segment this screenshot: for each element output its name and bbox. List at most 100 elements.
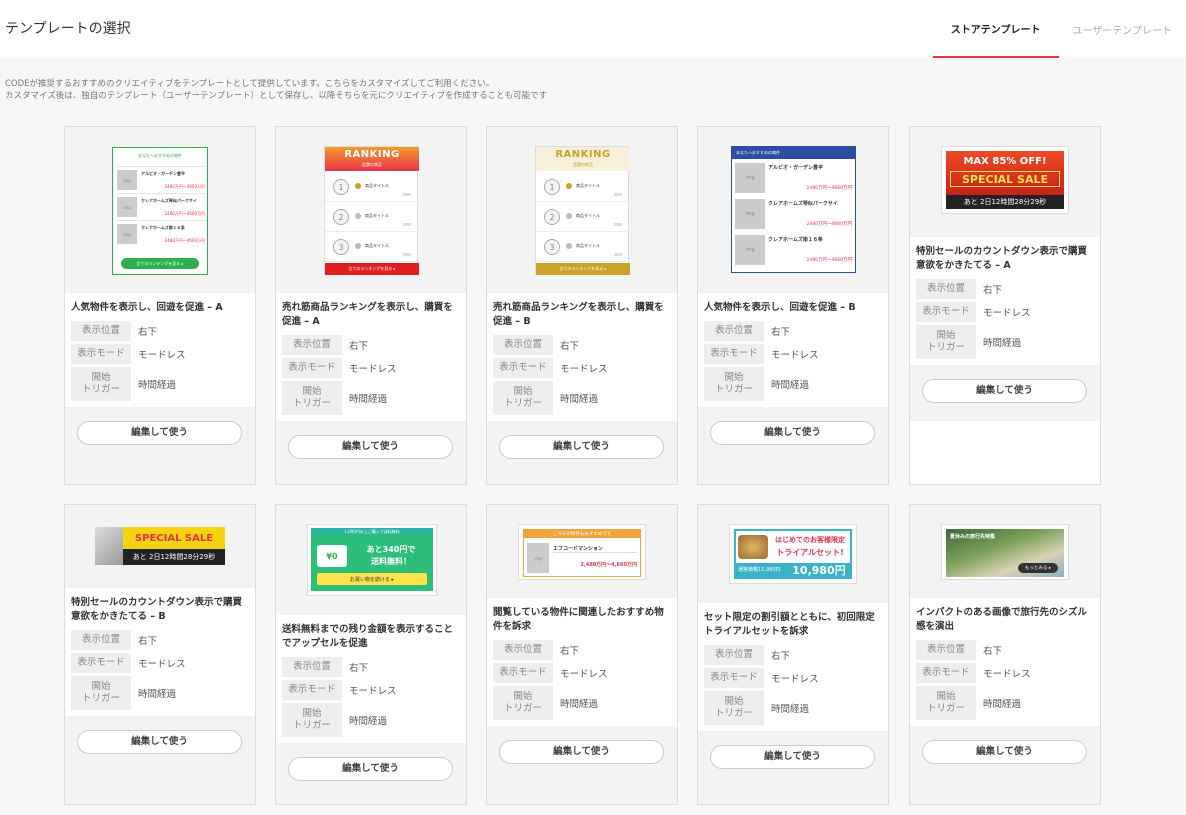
- template-card[interactable]: あなたへおすすめの物件 img アルビオ・ガーデン豊平 2480万円〜4660万円 im…: [697, 126, 889, 485]
- property-mode: 表示モード モードレス: [916, 302, 1031, 322]
- trigger-value: 時間経過: [349, 716, 388, 727]
- edit-and-use-button[interactable]: 編集して使う: [710, 421, 875, 445]
- trigger-label-line-1: 開始: [936, 330, 956, 341]
- edit-and-use-button[interactable]: 編集して使う: [710, 745, 875, 769]
- template-preview[interactable]: RANKING 話題の商品 1 商品タイトル 2 商品タイトル 3 商品タイトル 全てのランキン…: [276, 127, 466, 293]
- trigger-label-line-2: トリガー: [714, 384, 753, 395]
- property-mode: 表示モード モードレス: [704, 668, 819, 688]
- edit-and-use-button[interactable]: 編集して使う: [288, 435, 453, 459]
- trigger-label-line-1: 開始: [91, 681, 111, 692]
- template-title: 特別セールのカウントダウン表示で購買意欲をかきたてる – B: [71, 597, 243, 622]
- trigger-value: 時間経過: [138, 380, 177, 391]
- card-footer: 編集して使う: [910, 726, 1100, 804]
- template-preview[interactable]: 1,000円以上ご購入で送料無料 ¥0 あと340円で 送料無料！ お買い物を続ける ▸: [276, 505, 466, 615]
- trigger-label-line-2: トリガー: [503, 703, 542, 714]
- template-card[interactable]: MAX 85% OFF! SPECIAL SALE あと 2日12時間28分29秒特…: [909, 126, 1101, 485]
- page-title: テンプレートの選択: [5, 21, 131, 37]
- property-position: 表示位置 右下: [704, 321, 790, 341]
- template-title: 人気物件を表示し、回遊を促進 – A: [71, 302, 223, 313]
- template-card[interactable]: RANKING 話題の商品 1 商品タイトル 2 商品タイトル 3 商品タイトル 全てのランキン…: [275, 126, 467, 485]
- preview-item-name: エフコードマンション: [553, 545, 637, 553]
- property-position: 表示位置 右下: [493, 335, 579, 355]
- template-card[interactable]: あなたへおすすめの物件 img アルビオ・ガーデン豊平 2480万円〜4660万円 im…: [64, 126, 256, 485]
- trigger-label-line-2: トリガー: [503, 398, 542, 409]
- preview-ranking-sub: 話題の商品: [573, 161, 593, 167]
- preview-tag: [614, 253, 622, 256]
- property-position: 表示位置 右下: [282, 657, 368, 677]
- preview-image-placeholder: img: [117, 197, 137, 217]
- mode-label: 表示モード: [282, 358, 342, 378]
- rank-icon: [355, 213, 361, 219]
- template-preview[interactable]: RANKING 話題の商品 1 商品タイトル 2 商品タイトル 3 商品タイトル 全てのランキン…: [487, 127, 677, 293]
- mode-label: 表示モード: [282, 680, 342, 700]
- position-label: 表示位置: [704, 645, 764, 665]
- template-card[interactable]: RANKING 話題の商品 1 商品タイトル 2 商品タイトル 3 商品タイトル 全てのランキン…: [486, 126, 678, 485]
- preview-product-title: 商品タイトル: [365, 213, 389, 218]
- trigger-label-line-1: 開始: [91, 372, 111, 383]
- preview-button: もっとみる ▸: [1018, 563, 1058, 573]
- template-title: セット限定の割引額とともに、初回限定トライアルセットを訴求: [704, 612, 875, 637]
- template-preview[interactable]: MAX 85% OFF! SPECIAL SALE あと 2日12時間28分29秒: [910, 127, 1100, 237]
- position-value: 右下: [349, 341, 369, 352]
- preview-frame: RANKING 話題の商品 1 商品タイトル 2 商品タイトル 3 商品タイトル 全てのランキン…: [535, 146, 630, 275]
- preview-special-sale: SPECIAL SALE: [950, 171, 1060, 187]
- mode-value: モードレス: [983, 308, 1031, 319]
- trigger-label: 開始 トリガー: [916, 325, 976, 359]
- edit-and-use-button[interactable]: 編集して使う: [77, 730, 242, 754]
- mode-value: モードレス: [560, 364, 608, 375]
- trigger-label: 開始 トリガー: [493, 686, 553, 720]
- preview-image-placeholder: img: [117, 224, 137, 244]
- edit-and-use-button[interactable]: 編集して使う: [499, 740, 664, 764]
- edit-and-use-button[interactable]: 編集して使う: [288, 757, 453, 781]
- preview-divider: [536, 201, 630, 202]
- template-preview[interactable]: はじめてのお客様限定 トライアルセット! 通常価格11,980円 10,980円: [698, 505, 888, 603]
- edit-and-use-button[interactable]: 編集して使う: [77, 421, 242, 445]
- trigger-label-line-1: 開始: [302, 708, 322, 719]
- preview-product-title: 商品タイトル: [576, 183, 600, 188]
- template-card[interactable]: はじめてのお客様限定 トライアルセット! 通常価格11,980円 10,980円セット…: [697, 504, 889, 805]
- preview-sale-max: MAX 85% OFF!: [963, 155, 1047, 167]
- template-preview[interactable]: あなたへおすすめの物件 img アルビオ・ガーデン豊平 2480万円〜4660万円 im…: [698, 127, 888, 293]
- edit-and-use-button[interactable]: 編集して使う: [922, 740, 1087, 764]
- property-trigger: 開始 トリガー 時間経過: [916, 686, 1021, 720]
- trigger-label-line-2: トリガー: [714, 708, 753, 719]
- property-mode: 表示モード モードレス: [493, 358, 608, 378]
- description: CODEが推奨するおすすめのクリエイティブをテンプレートとして提供しています。こ…: [5, 78, 547, 102]
- edit-and-use-button[interactable]: 編集して使う: [922, 379, 1087, 403]
- rank-badge: 3: [333, 239, 349, 255]
- preview-trial-top: はじめてのお客様限定: [775, 536, 845, 544]
- preview-top: 1,000円以上ご購入で送料無料: [311, 528, 433, 535]
- preview-image: 夏休みの旅行先特集 もっとみる ▸: [946, 529, 1064, 577]
- tab-user-templates[interactable]: ユーザーテンプレート: [1059, 0, 1186, 58]
- property-position: 表示位置 右下: [916, 279, 1002, 299]
- description-line-1: CODEが推奨するおすすめのクリエイティブをテンプレートとして提供しています。こ…: [5, 79, 495, 89]
- template-preview[interactable]: こちらの物件もおすすめです img エフコードマンション 2,480万円〜4,660万…: [487, 505, 677, 598]
- property-mode: 表示モード モードレス: [71, 344, 186, 364]
- template-card[interactable]: 1,000円以上ご購入で送料無料 ¥0 あと340円で 送料無料！ お買い物を続ける ▸…: [275, 504, 467, 805]
- preview-frame: RANKING 話題の商品 1 商品タイトル 2 商品タイトル 3 商品タイトル 全てのランキン…: [324, 146, 419, 275]
- preview-frame: 夏休みの旅行先特集 もっとみる ▸: [941, 524, 1069, 580]
- tab-store-templates[interactable]: ストアテンプレート: [932, 0, 1059, 58]
- template-preview[interactable]: 夏休みの旅行先特集 もっとみる ▸: [910, 505, 1100, 598]
- card-footer: 編集して使う: [65, 716, 255, 804]
- preview-item-name: クレアホームズ南１６条: [141, 225, 185, 230]
- property-trigger: 開始 トリガー 時間経過: [71, 676, 176, 710]
- preview-item-price: 2480万円〜4660万円: [164, 184, 205, 189]
- property-trigger: 開始 トリガー 時間経過: [493, 686, 598, 720]
- property-mode: 表示モード モードレス: [282, 358, 397, 378]
- preview-frame: あなたへおすすめの物件 img アルビオ・ガーデン豊平 2480万円〜4660万円 im…: [112, 147, 208, 275]
- card-footer: 編集して使う: [487, 421, 677, 484]
- template-preview[interactable]: あなたへおすすめの物件 img アルビオ・ガーデン豊平 2480万円〜4660万円 im…: [65, 127, 255, 293]
- template-card[interactable]: SPECIAL SALE あと 2日12時間28分29秒特別セールのカウントダウン…: [64, 504, 256, 805]
- property-position: 表示位置 右下: [71, 630, 157, 650]
- template-card[interactable]: こちらの物件もおすすめです img エフコードマンション 2,480万円〜4,660万…: [486, 504, 678, 805]
- edit-and-use-button[interactable]: 編集して使う: [499, 435, 664, 459]
- template-preview[interactable]: SPECIAL SALE あと 2日12時間28分29秒: [65, 505, 255, 588]
- preview-image-placeholder: img: [527, 543, 549, 573]
- property-trigger: 開始 トリガー 時間経過: [704, 691, 809, 725]
- template-title: 送料無料までの残り金額を表示することでアップセルを促進: [282, 624, 454, 649]
- template-card[interactable]: 夏休みの旅行先特集 もっとみる ▸ インパクトのある画像で旅行先のシズル感を演出 表示…: [909, 504, 1101, 805]
- mode-value: モードレス: [349, 364, 397, 375]
- mode-label: 表示モード: [916, 663, 976, 683]
- preview-divider: [536, 261, 630, 262]
